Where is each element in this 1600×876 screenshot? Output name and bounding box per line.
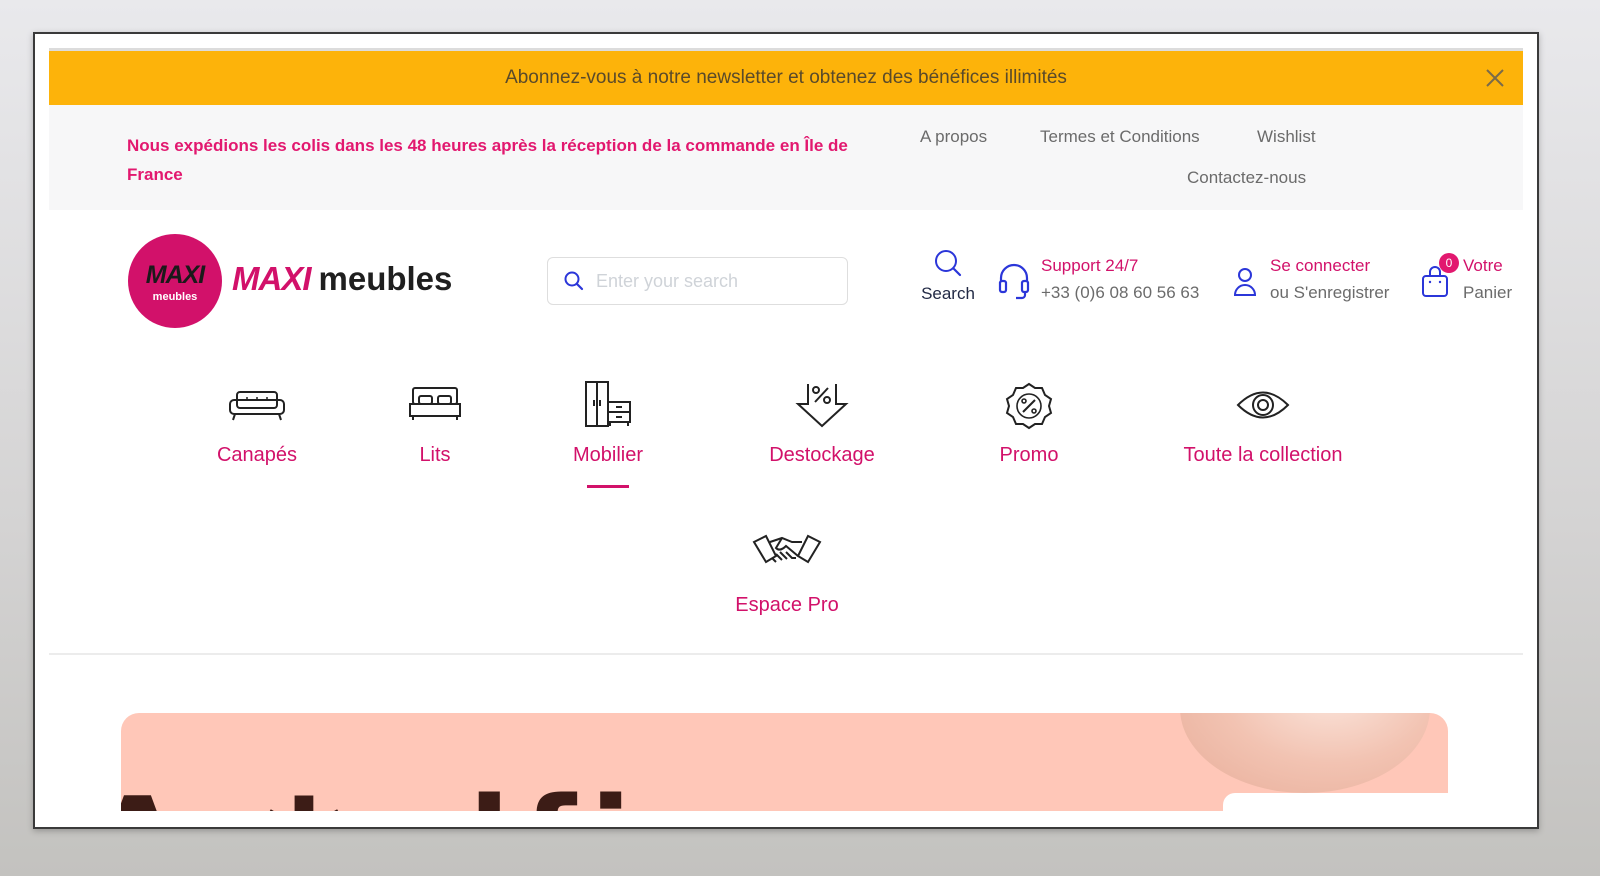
search-icon — [564, 271, 584, 291]
newsletter-banner: Abonnez-vous à notre newsletter et obten… — [49, 51, 1523, 105]
discount-arrow-icon — [795, 384, 849, 428]
wishlist-link[interactable]: Wishlist — [1257, 127, 1316, 147]
cart-count-badge: 0 — [1439, 253, 1459, 273]
category-canapes[interactable]: Canapés — [207, 380, 307, 467]
category-label: Toute la collection — [1183, 444, 1343, 466]
eye-icon — [1236, 391, 1290, 419]
logo-wordmark-suffix: meubles — [318, 260, 453, 297]
logo-badge-suffix: meubles — [152, 291, 198, 303]
top-links: A propos Termes et Conditions Wishlist C… — [900, 127, 1420, 197]
active-underline — [587, 485, 629, 488]
search-icon — [935, 250, 962, 277]
info-bar: Nous expédions les colis dans les 48 heu… — [49, 105, 1523, 210]
category-label: Lits — [419, 444, 451, 466]
site-header: MAXI meubles MAXImeubles Search — [49, 210, 1523, 340]
support-phone: +33 (0)6 08 60 56 63 — [1041, 283, 1200, 302]
cabinet-icon — [585, 381, 631, 427]
category-destockage[interactable]: Destockage — [752, 380, 892, 467]
category-promo[interactable]: Promo — [979, 380, 1079, 467]
support-title: Support 24/7 — [1041, 256, 1139, 275]
category-label: Promo — [999, 444, 1059, 466]
user-icon — [1233, 268, 1257, 296]
logo-badge[interactable]: MAXI meubles — [128, 234, 222, 328]
search-input[interactable] — [596, 270, 826, 292]
cart-title: Votre — [1463, 256, 1503, 275]
hero-card — [1223, 793, 1448, 811]
terms-link[interactable]: Termes et Conditions — [1040, 127, 1200, 147]
search-box — [547, 257, 848, 305]
cart-subtitle: Panier — [1463, 283, 1513, 302]
shipping-message: Nous expédions les colis dans les 48 heu… — [127, 136, 848, 184]
hero-decoration — [1180, 713, 1430, 793]
hero-text-fragment: A ✱ dfi — [121, 773, 645, 811]
category-label: Mobilier — [572, 444, 644, 466]
register-link[interactable]: ou S'enregistrer — [1270, 283, 1389, 303]
login-link[interactable]: Se connecter — [1270, 256, 1370, 276]
logo-wordmark[interactable]: MAXI meubles — [232, 260, 452, 298]
sofa-icon — [229, 391, 285, 421]
newsletter-banner-text[interactable]: Abonnez-vous à notre newsletter et obten… — [505, 67, 1067, 89]
close-icon[interactable] — [1485, 68, 1505, 88]
category-nav: Canapés Lits Mobilier Destockage Promo T… — [49, 340, 1523, 655]
search-button-label: Search — [921, 284, 975, 303]
account-block[interactable]: Se connecter ou S'enregistrer — [1230, 256, 1410, 308]
cart-block[interactable]: 0 Votre Panier — [1421, 253, 1521, 308]
logo-wordmark-brand: MAXI — [232, 260, 311, 297]
category-label: Espace Pro — [735, 594, 839, 616]
about-link[interactable]: A propos — [920, 127, 987, 147]
logo-badge-brand: MAXI — [145, 261, 206, 289]
category-mobilier[interactable]: Mobilier — [558, 380, 658, 488]
headset-icon — [998, 263, 1030, 300]
category-lits[interactable]: Lits — [385, 380, 485, 467]
category-espace-pro[interactable]: Espace Pro — [717, 530, 857, 617]
percent-badge-icon — [1005, 382, 1053, 430]
browser-window: Abonnez-vous à notre newsletter et obten… — [33, 32, 1539, 829]
handshake-icon — [752, 534, 822, 564]
category-toute-la-collection[interactable]: Toute la collection — [1173, 380, 1353, 467]
hero-banner[interactable]: A ✱ dfi — [121, 713, 1448, 811]
category-label: Canapés — [216, 444, 298, 466]
search-button[interactable]: Search — [915, 248, 981, 304]
support-block[interactable]: Support 24/7 +33 (0)6 08 60 56 63 — [997, 256, 1212, 308]
bed-icon — [409, 387, 461, 420]
contact-link[interactable]: Contactez-nous — [1187, 168, 1306, 188]
category-label: Destockage — [769, 444, 875, 466]
page-viewport: Abonnez-vous à notre newsletter et obten… — [49, 48, 1523, 811]
